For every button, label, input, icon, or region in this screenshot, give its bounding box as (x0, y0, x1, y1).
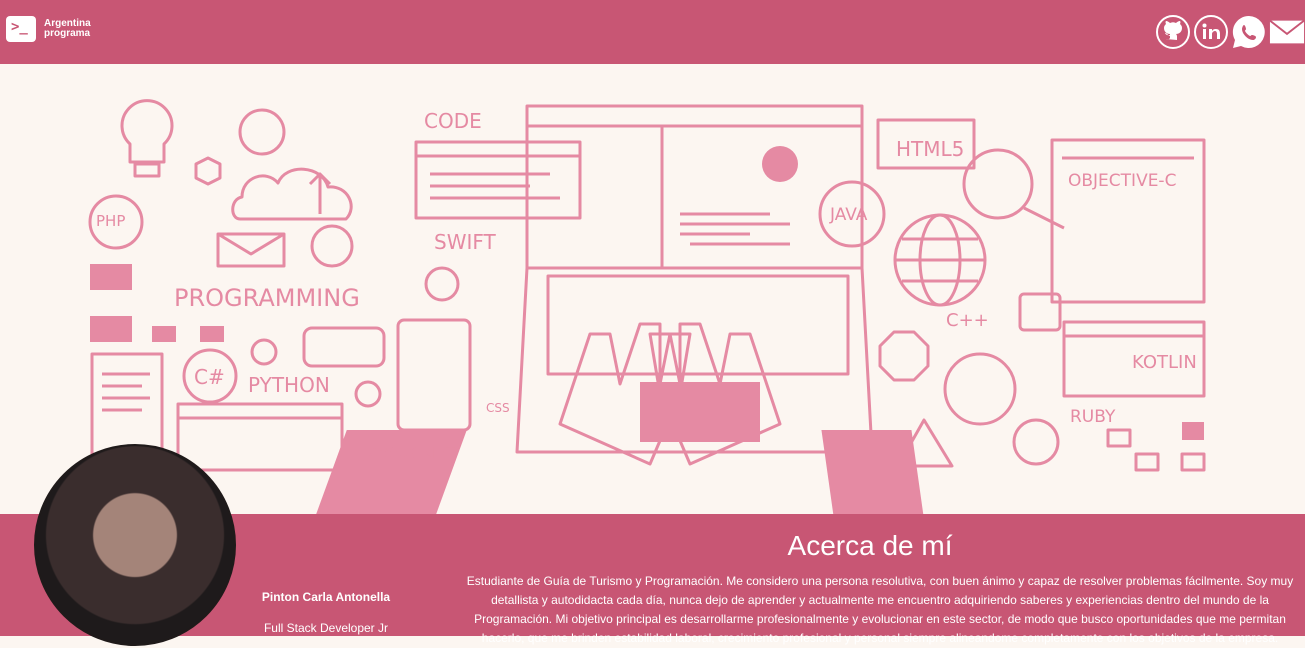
about-title: Acerca de mí (787, 530, 953, 561)
argentina-programa-logo[interactable]: >_ Argentina programa (6, 16, 91, 42)
label-css: CSS (486, 401, 510, 415)
label-programming: PROGRAMMING (174, 284, 360, 312)
label-html5: HTML5 (896, 137, 964, 161)
profile-avatar (34, 444, 236, 646)
terminal-icon: >_ (6, 16, 36, 42)
logo-line-2: programa (44, 28, 91, 39)
profile-name: Pinton Carla Antonella (261, 590, 391, 604)
label-ruby: RUBY (1070, 407, 1116, 427)
label-kotlin: KOTLIN (1132, 352, 1197, 373)
label-java: JAVA (829, 205, 868, 225)
label-csharp: C# (194, 365, 225, 389)
label-cpp: C++ (946, 310, 989, 331)
programming-banner: CODE HTML5 OBJECTIVE-C PHP SWIFT JAVA PR… (0, 64, 1305, 514)
label-python: PYTHON (248, 373, 330, 397)
label-code: CODE (424, 109, 482, 133)
github-icon[interactable] (1155, 14, 1191, 50)
label-objective-c: OBJECTIVE-C (1068, 171, 1176, 191)
label-javascript: JAVASCRIPT (363, 443, 456, 462)
top-navbar: >_ Argentina programa (0, 0, 1305, 64)
social-links (1155, 14, 1305, 50)
about-text: Estudiante de Guía de Turismo y Programa… (466, 574, 1294, 645)
profile-role: Full Stack Developer Jr (263, 621, 389, 635)
label-swift: SWIFT (434, 230, 497, 254)
whatsapp-icon[interactable] (1231, 14, 1267, 50)
linkedin-icon[interactable] (1193, 14, 1229, 50)
programming-illustration: CODE HTML5 OBJECTIVE-C PHP SWIFT JAVA PR… (88, 99, 1206, 514)
label-php: PHP (96, 212, 125, 230)
mail-icon[interactable] (1269, 14, 1305, 50)
